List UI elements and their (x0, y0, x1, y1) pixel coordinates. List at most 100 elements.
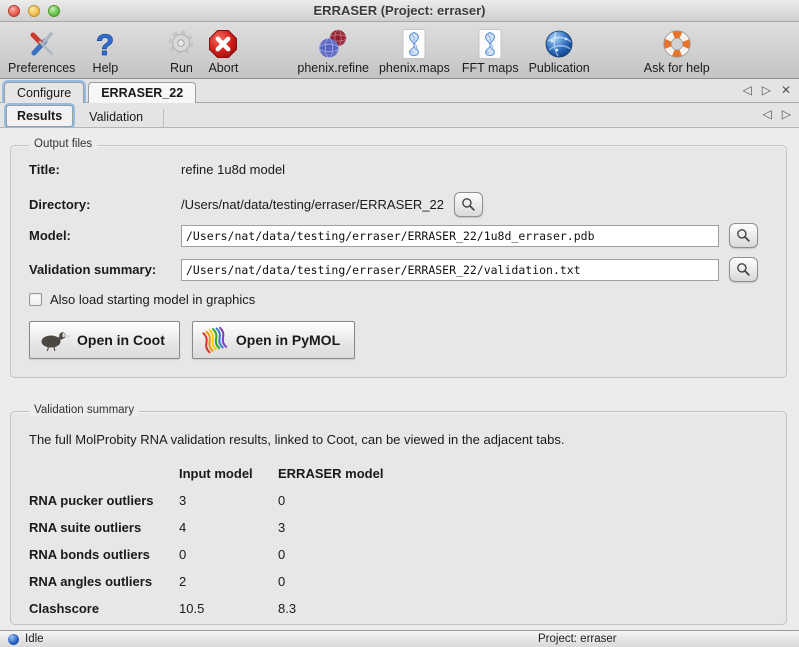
preferences-button[interactable]: Preferences (8, 27, 75, 75)
open-in-pymol-button[interactable]: Open in PyMOL (192, 321, 355, 359)
titlebar: ERRASER (Project: erraser) (0, 0, 799, 22)
model-label: Model: (29, 228, 181, 243)
toolbar-label: Preferences (8, 61, 75, 75)
tab-close-icon[interactable]: ✕ (781, 83, 791, 97)
directory-label: Directory: (29, 197, 181, 212)
browse-model-button[interactable] (729, 223, 758, 248)
validation-intro-text: The full MolProbity RNA validation resul… (29, 432, 564, 447)
tab-separator (163, 109, 164, 127)
tab-scroll-left-icon[interactable]: ◁ (742, 83, 751, 97)
toolbar-label: Abort (208, 61, 238, 75)
input-model-value: 2 (179, 568, 278, 595)
toolbar-label: Help (93, 61, 119, 75)
table-row: RNA angles outliers 2 0 (29, 568, 438, 595)
ask-for-help-button[interactable]: Ask for help (644, 27, 710, 75)
tools-icon (26, 27, 58, 61)
table-row: RNA pucker outliers 3 0 (29, 487, 438, 514)
title-row: Title: refine 1u8d model (29, 162, 285, 177)
erraser-model-value: 0 (278, 568, 438, 595)
run-button[interactable]: Run (165, 27, 197, 75)
validation-summary-row: Validation summary: (29, 257, 758, 282)
subtab-scroll-left-icon[interactable]: ◁ (763, 107, 772, 121)
coot-bird-icon (38, 328, 70, 352)
magnifier-icon (736, 262, 751, 277)
validation-table: Input model ERRASER model RNA pucker out… (29, 460, 438, 622)
toolbar-label: Ask for help (644, 61, 710, 75)
toolbar-label: phenix.maps (379, 61, 450, 75)
group-label: Output files (29, 138, 97, 150)
model-path-input[interactable] (181, 225, 719, 247)
validation-summary-label: Validation summary: (29, 262, 181, 277)
erraser-window: ERRASER (Project: erraser) Preferences ?… (0, 0, 799, 647)
toolbar-label: FFT maps (462, 61, 519, 75)
window-title: ERRASER (Project: erraser) (0, 0, 799, 22)
magnifier-icon (461, 197, 476, 212)
column-input-model: Input model (179, 460, 278, 487)
zoom-window-button[interactable] (48, 5, 60, 17)
directory-value: /Users/nat/data/testing/erraser/ERRASER_… (181, 197, 444, 212)
column-erraser-model: ERRASER model (278, 460, 438, 487)
fft-maps-button[interactable]: FFT maps (462, 27, 519, 75)
subtab-scroll-right-icon[interactable]: ▷ (782, 107, 791, 121)
toolbar-label: Run (170, 61, 193, 75)
erraser-model-value: 0 (278, 487, 438, 514)
phenix-refine-button[interactable]: phenix.refine (297, 27, 369, 75)
erraser-model-value: 0 (278, 541, 438, 568)
open-buttons-row: Open in Coot Open in PyMOL (29, 321, 355, 359)
tab-scroll-right-icon[interactable]: ▷ (762, 83, 771, 97)
load-starting-model-label: Also load starting model in graphics (50, 292, 255, 307)
browse-validation-button[interactable] (729, 257, 758, 282)
output-files-group: Output files Title: refine 1u8d model Di… (10, 145, 787, 378)
table-row: Clashscore 10.5 8.3 (29, 595, 438, 622)
phenix-maps-button[interactable]: phenix.maps (379, 27, 450, 75)
table-header-row: Input model ERRASER model (29, 460, 438, 487)
density-map-icon (398, 27, 430, 61)
life-ring-icon (661, 27, 693, 61)
tab-validation[interactable]: Validation (79, 107, 153, 127)
status-text: Idle (25, 633, 44, 645)
table-row: RNA suite outliers 4 3 (29, 514, 438, 541)
density-map-icon (474, 27, 506, 61)
open-in-coot-button[interactable]: Open in Coot (29, 321, 180, 359)
status-bar: Idle Project: erraser (0, 630, 799, 647)
tab-results[interactable]: Results (6, 105, 73, 127)
row-label: RNA angles outliers (29, 568, 179, 595)
erraser-model-value: 3 (278, 514, 438, 541)
refine-spheres-icon (317, 27, 349, 61)
load-starting-model-row: Also load starting model in graphics (29, 292, 255, 307)
minimize-window-button[interactable] (28, 5, 40, 17)
tab-erraser-22[interactable]: ERRASER_22 (88, 82, 196, 103)
main-tab-bar: Configure ERRASER_22 ◁ ▷ ✕ (0, 79, 799, 103)
browse-directory-button[interactable] (454, 192, 483, 217)
input-model-value: 10.5 (179, 595, 278, 622)
toolbar-label: Publication (529, 61, 590, 75)
row-label: RNA pucker outliers (29, 487, 179, 514)
toolbar-label: phenix.refine (297, 61, 369, 75)
sub-tab-bar: Results Validation ◁ ▷ (0, 103, 799, 128)
load-starting-model-checkbox[interactable] (29, 293, 42, 306)
project-label: Project: erraser (538, 633, 617, 645)
model-row: Model: (29, 223, 758, 248)
status-sphere-icon (8, 634, 19, 645)
title-label: Title: (29, 162, 181, 177)
toolbar: Preferences ? Help Run (0, 22, 799, 79)
input-model-value: 4 (179, 514, 278, 541)
globe-icon (543, 27, 575, 61)
svg-text:?: ? (96, 29, 114, 60)
validation-path-input[interactable] (181, 259, 719, 281)
results-panel: Output files Title: refine 1u8d model Di… (0, 128, 799, 630)
open-in-coot-label: Open in Coot (77, 332, 165, 348)
close-window-button[interactable] (8, 5, 20, 17)
validation-summary-group: Validation summary The full MolProbity R… (10, 411, 787, 625)
help-button[interactable]: ? Help (89, 27, 121, 75)
abort-button[interactable]: Abort (207, 27, 239, 75)
open-in-pymol-label: Open in PyMOL (236, 332, 340, 348)
pymol-ribbon-icon (201, 326, 229, 354)
erraser-model-value: 8.3 (278, 595, 438, 622)
row-label: RNA suite outliers (29, 514, 179, 541)
row-label: RNA bonds outliers (29, 541, 179, 568)
publication-button[interactable]: Publication (529, 27, 590, 75)
input-model-value: 0 (179, 541, 278, 568)
tab-configure[interactable]: Configure (4, 82, 84, 103)
title-value: refine 1u8d model (181, 162, 285, 177)
